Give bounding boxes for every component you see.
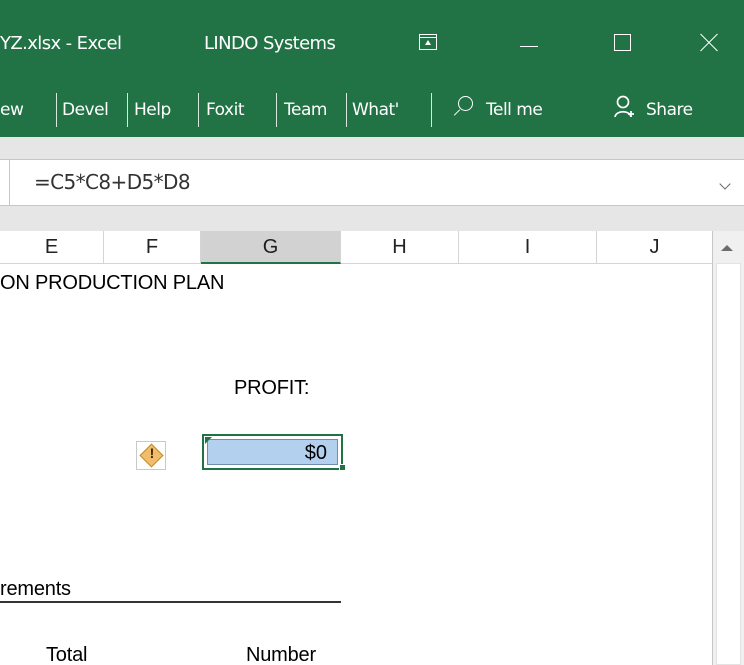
chevron-down-icon[interactable] [719,178,731,190]
section-underline [0,601,341,603]
column-header-i[interactable]: I [459,231,597,264]
section-label[interactable]: rements [0,578,71,601]
tab-what-if[interactable]: What' [352,93,399,127]
tab-help[interactable]: Help [134,93,171,127]
name-box[interactable] [0,160,10,205]
tab-team[interactable]: Team [284,93,327,127]
vertical-scrollbar[interactable] [712,231,744,665]
close-icon[interactable] [700,34,718,52]
selected-cell-g[interactable]: $0 [202,434,343,470]
search-icon[interactable] [458,96,473,111]
lindo-systems-title: LINDO Systems [204,33,336,54]
formula-text[interactable]: =C5*C8+D5*D8 [34,170,191,194]
tab-divider [127,93,128,127]
worksheet-grid[interactable]: ON PRODUCTION PLAN PROFIT: ! $0 rements … [0,264,712,665]
formula-bar-area: =C5*C8+D5*D8 [0,137,744,231]
tab-developer[interactable]: Devel [62,93,109,127]
tab-foxit[interactable]: Foxit [206,93,245,127]
tab-divider [198,93,199,127]
formula-bar[interactable]: =C5*C8+D5*D8 [0,159,744,206]
column-headers: E F G H I J [0,231,712,264]
tab-review[interactable]: ew [0,93,24,127]
profit-label[interactable]: PROFIT: [234,377,309,400]
tab-divider [431,93,432,127]
tab-divider [346,93,347,127]
ribbon-display-options-icon[interactable] [419,34,437,50]
share-icon[interactable] [614,95,634,119]
title-bar: YZ.xlsx - Excel LINDO Systems [0,0,744,83]
window-title: YZ.xlsx - Excel [0,33,122,54]
minimize-icon[interactable] [520,46,538,47]
column-header-h[interactable]: H [341,231,459,264]
warning-mark: ! [149,445,155,461]
tab-divider [56,93,57,127]
fill-handle[interactable] [339,464,346,471]
column-header-g[interactable]: G [201,231,341,264]
share-button[interactable]: Share [646,93,693,127]
tab-divider [276,93,277,127]
scroll-up-icon[interactable] [721,245,733,251]
tell-me-search[interactable]: Tell me [486,93,543,127]
profit-value: $0 [304,442,327,464]
column-label-total[interactable]: Total [46,644,87,665]
scroll-track[interactable] [716,263,741,665]
column-header-j[interactable]: J [597,231,712,264]
sheet-heading[interactable]: ON PRODUCTION PLAN [0,272,224,295]
column-header-f[interactable]: F [104,231,201,264]
maximize-icon[interactable] [614,34,631,51]
error-warning-button[interactable]: ! [136,441,166,470]
error-indicator-icon [205,437,212,444]
column-header-e[interactable]: E [0,231,104,264]
column-label-number[interactable]: Number [246,644,316,665]
